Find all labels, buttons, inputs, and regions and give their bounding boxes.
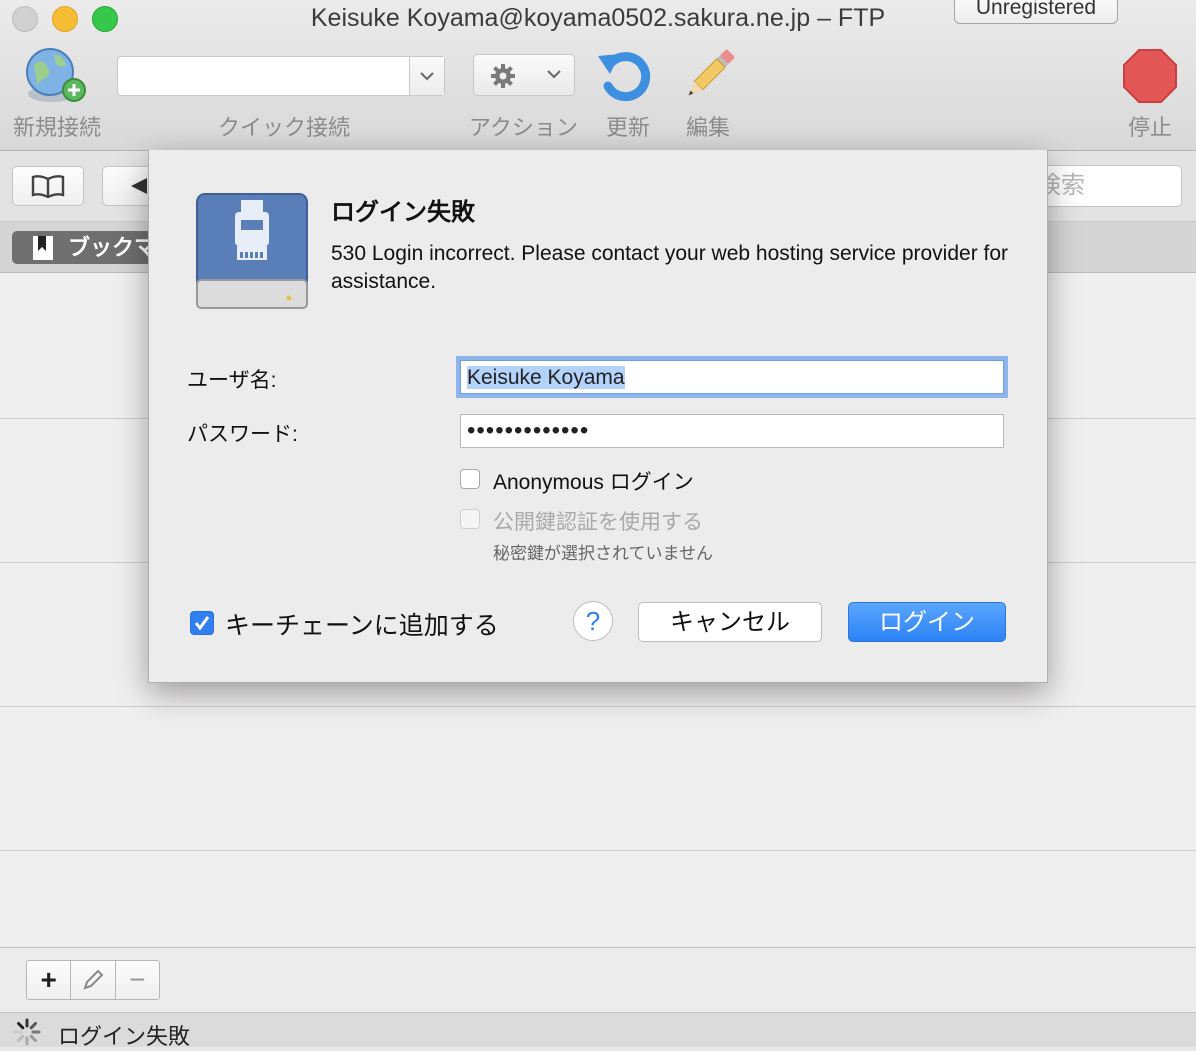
network-drive-icon: [196, 193, 308, 309]
add-bookmark-button[interactable]: +: [27, 961, 72, 999]
pencil-icon: [688, 49, 735, 96]
globe-add-icon: [26, 48, 86, 102]
dialog-message: 530 Login incorrect. Please contact your…: [331, 242, 1009, 293]
window-titlebar: Keisuke Koyama@koyama0502.sakura.ne.jp –…: [0, 0, 1196, 151]
help-button[interactable]: ?: [573, 601, 613, 641]
status-text: ログイン失敗: [58, 1024, 191, 1049]
anonymous-login-label[interactable]: Anonymous ログイン: [493, 466, 694, 496]
edit-label: 編集: [686, 115, 731, 140]
password-field[interactable]: •••••••••••••: [460, 414, 1004, 448]
unregistered-button[interactable]: Unregistered: [954, 0, 1118, 24]
edit-button[interactable]: [676, 42, 742, 108]
password-label: パスワード:: [187, 423, 298, 446]
public-key-auth-label: 公開鍵認証を使用する: [493, 511, 703, 534]
login-button[interactable]: ログイン: [848, 602, 1006, 642]
book-icon: [31, 175, 65, 198]
dialog-title: ログイン失敗: [331, 199, 475, 226]
bottom-toolbar: + −: [0, 947, 1196, 1012]
chevron-down-icon: [420, 72, 434, 81]
stop-button[interactable]: [1122, 48, 1178, 104]
refresh-icon: [598, 52, 651, 102]
quick-connect-dropdown-button[interactable]: [409, 57, 444, 95]
refresh-button[interactable]: [594, 46, 658, 106]
gear-icon: [491, 64, 515, 88]
list-row-divider: [0, 706, 1196, 707]
add-to-keychain-checkbox[interactable]: [190, 611, 214, 635]
bookmark-icon: [33, 236, 53, 260]
refresh-label: 更新: [606, 115, 651, 140]
username-field[interactable]: Keisuke Koyama: [460, 360, 1004, 394]
bookmark-edit-controls: + −: [26, 960, 160, 1000]
checkmark-icon: [194, 616, 210, 631]
action-menu-button[interactable]: [473, 54, 575, 96]
password-value: •••••••••••••: [467, 417, 590, 444]
minus-icon: −: [129, 964, 146, 995]
edit-bookmark-button[interactable]: [71, 961, 116, 999]
private-key-hint: 秘密鍵が選択されていません: [493, 544, 713, 563]
cancel-button[interactable]: キャンセル: [638, 602, 822, 642]
spinner-icon: [13, 1018, 41, 1046]
quick-connect-label: クイック接続: [218, 115, 351, 140]
status-bar: ログイン失敗: [0, 1012, 1196, 1049]
new-connection-button[interactable]: [18, 44, 98, 108]
stop-icon: [1123, 49, 1177, 103]
plus-icon: +: [40, 964, 57, 995]
chevron-down-icon: [547, 70, 561, 79]
list-row-divider: [0, 850, 1196, 851]
anonymous-login-checkbox[interactable]: [460, 469, 480, 489]
stop-label: 停止: [1128, 115, 1173, 140]
new-connection-label: 新規接続: [13, 115, 102, 140]
username-value: Keisuke Koyama: [467, 366, 625, 389]
remove-bookmark-button[interactable]: −: [116, 961, 159, 999]
username-label: ユーザ名:: [187, 369, 277, 392]
action-label: アクション: [469, 115, 578, 140]
add-to-keychain-label[interactable]: キーチェーンに追加する: [225, 606, 499, 642]
bookmarks-toggle-button[interactable]: [12, 166, 84, 206]
pencil-icon: [83, 969, 104, 990]
public-key-auth-checkbox: [460, 509, 480, 529]
login-failed-sheet: ログイン失敗 530 Login incorrect. Please conta…: [148, 150, 1048, 683]
arrow-left-icon: [131, 178, 147, 194]
quick-connect-combo[interactable]: [117, 56, 445, 96]
